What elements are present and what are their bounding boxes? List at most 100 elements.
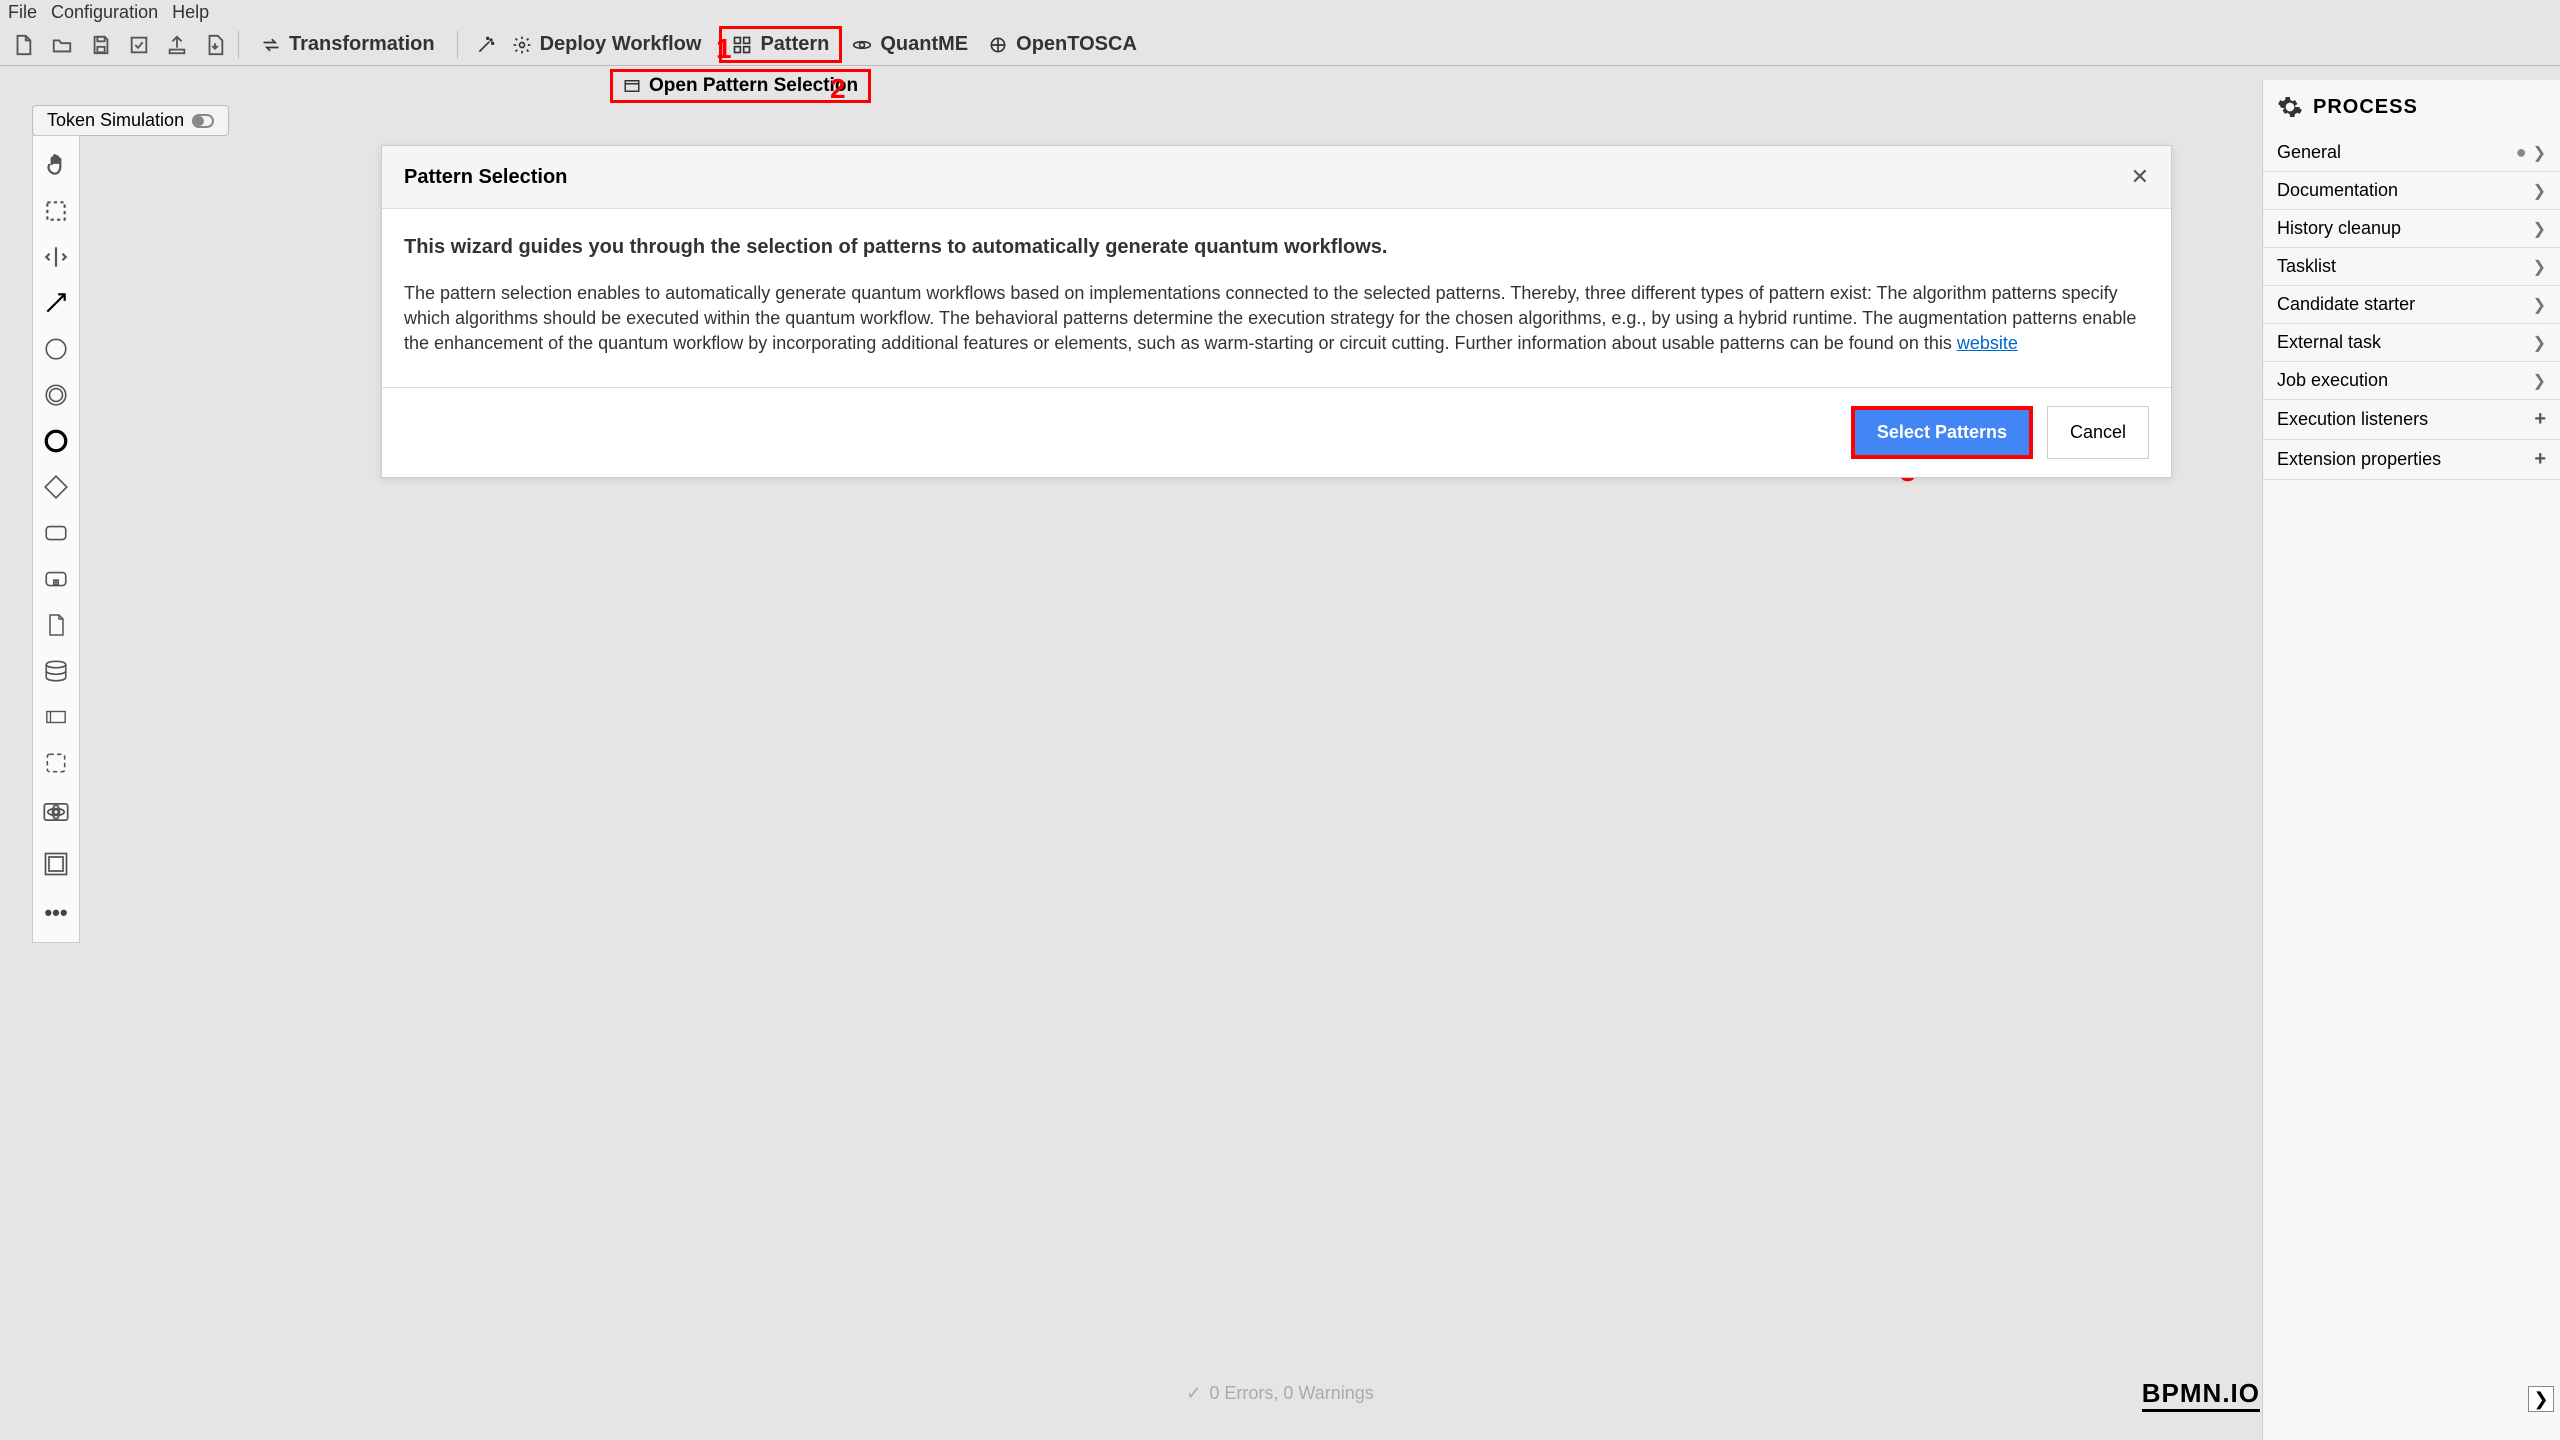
expand-icon[interactable]: ❯ — [2528, 1386, 2554, 1412]
opentosca-label: OpenTOSCA — [1016, 33, 1137, 56]
website-link[interactable]: website — [1957, 333, 2018, 353]
download-icon[interactable] — [204, 34, 226, 56]
close-icon[interactable]: ✕ — [2131, 164, 2149, 190]
task-tool[interactable] — [36, 513, 76, 553]
row-label: History cleanup — [2277, 218, 2401, 239]
chevron-right-icon: ❯ — [2533, 257, 2546, 277]
open-file-icon[interactable] — [50, 34, 74, 56]
deploy-workflow-button[interactable]: Deploy Workflow — [502, 29, 712, 60]
open-pattern-label: Open Pattern Selection — [649, 75, 858, 97]
menu-configuration[interactable]: Configuration — [51, 2, 158, 23]
modal-header: Pattern Selection ✕ — [382, 146, 2171, 209]
participant-tool[interactable] — [36, 697, 76, 737]
panel-row-history[interactable]: History cleanup ❯ — [2263, 210, 2560, 248]
more-tools[interactable]: ••• — [36, 893, 76, 933]
chevron-right-icon: ❯ — [2533, 333, 2546, 353]
palette: ••• — [32, 135, 80, 943]
quantme-button[interactable]: QuantME — [842, 29, 978, 60]
edit-icon[interactable] — [128, 34, 150, 56]
hand-tool[interactable] — [36, 145, 76, 185]
quantme-icon — [852, 35, 872, 55]
modal-body: This wizard guides you through the selec… — [382, 209, 2171, 388]
toggle-icon — [192, 114, 214, 128]
modal-title: Pattern Selection — [404, 166, 567, 189]
group-tool[interactable] — [36, 743, 76, 783]
data-object-tool[interactable] — [36, 605, 76, 645]
pattern-label: Pattern — [760, 33, 829, 56]
pattern-button[interactable]: Pattern — [719, 26, 842, 63]
menu-file[interactable]: File — [8, 2, 37, 23]
check-icon: ✓ — [1186, 1383, 1201, 1404]
deploy-label: Deploy Workflow — [540, 33, 702, 56]
properties-panel: PROCESS General ● ❯ Documentation ❯ Hist… — [2262, 80, 2560, 1440]
annotation-2: 2 — [830, 73, 846, 105]
panel-row-candidate[interactable]: Candidate starter ❯ — [2263, 286, 2560, 324]
bpmn-logo[interactable]: BPMN.IO — [2142, 1378, 2260, 1412]
quantum-task-tool[interactable] — [36, 789, 76, 835]
row-label: Extension properties — [2277, 449, 2441, 470]
panel-row-execution-listeners[interactable]: Execution listeners + — [2263, 400, 2560, 440]
status-bar[interactable]: ✓ 0 Errors, 0 Warnings — [1186, 1383, 1373, 1404]
chevron-right-icon: ❯ — [2533, 295, 2546, 315]
panel-row-job[interactable]: Job execution ❯ — [2263, 362, 2560, 400]
separator — [238, 31, 239, 59]
chevron-right-icon: ❯ — [2533, 143, 2546, 163]
menubar: File Configuration Help — [0, 0, 2560, 24]
data-store-tool[interactable] — [36, 651, 76, 691]
transformation-button[interactable]: Transformation — [251, 29, 445, 60]
panel-row-tasklist[interactable]: Tasklist ❯ — [2263, 248, 2560, 286]
file-actions — [8, 34, 226, 56]
modal-footer: Select Patterns Cancel — [382, 388, 2171, 477]
open-pattern-icon — [623, 77, 641, 95]
lasso-tool[interactable] — [36, 191, 76, 231]
row-label: Candidate starter — [2277, 294, 2415, 315]
row-label: Tasklist — [2277, 256, 2336, 277]
menu-help[interactable]: Help — [172, 2, 209, 23]
plus-icon: + — [2534, 408, 2546, 431]
quantme-label: QuantME — [880, 33, 968, 56]
token-simulation-chip[interactable]: Token Simulation — [32, 105, 229, 136]
token-simulation-label: Token Simulation — [47, 110, 184, 131]
row-label: External task — [2277, 332, 2381, 353]
gateway-tool[interactable] — [36, 467, 76, 507]
panel-row-external[interactable]: External task ❯ — [2263, 324, 2560, 362]
pattern-tool[interactable] — [36, 841, 76, 887]
connect-tool[interactable] — [36, 283, 76, 323]
plus-icon: + — [2534, 448, 2546, 471]
chevron-right-icon: ❯ — [2533, 181, 2546, 201]
modal-desc-text: The pattern selection enables to automat… — [404, 283, 2136, 353]
space-tool[interactable] — [36, 237, 76, 277]
transformation-label: Transformation — [289, 33, 435, 56]
wand-icon — [476, 35, 496, 55]
new-file-icon[interactable] — [12, 34, 34, 56]
upload-icon[interactable] — [166, 34, 188, 56]
transformation-icon — [261, 35, 281, 55]
cancel-button[interactable]: Cancel — [2047, 406, 2149, 459]
pattern-selection-modal: Pattern Selection ✕ This wizard guides y… — [381, 145, 2172, 478]
row-label: Job execution — [2277, 370, 2388, 391]
dot-icon: ● — [2516, 142, 2527, 163]
row-label: Execution listeners — [2277, 409, 2428, 430]
separator — [457, 31, 458, 59]
row-label: General — [2277, 142, 2341, 163]
opentosca-button[interactable]: OpenTOSCA — [978, 29, 1147, 60]
start-event-tool[interactable] — [36, 329, 76, 369]
opentosca-icon — [988, 35, 1008, 55]
panel-row-general[interactable]: General ● ❯ — [2263, 134, 2560, 172]
panel-row-documentation[interactable]: Documentation ❯ — [2263, 172, 2560, 210]
intermediate-event-tool[interactable] — [36, 375, 76, 415]
modal-description: The pattern selection enables to automat… — [404, 281, 2149, 357]
subprocess-tool[interactable] — [36, 559, 76, 599]
select-patterns-button[interactable]: Select Patterns — [1851, 406, 2033, 459]
annotation-1: 1 — [716, 33, 732, 65]
row-label: Documentation — [2277, 180, 2398, 201]
save-icon[interactable] — [90, 34, 112, 56]
wand-button[interactable] — [470, 31, 502, 59]
pattern-icon — [732, 35, 752, 55]
panel-title-label: PROCESS — [2313, 96, 2418, 119]
end-event-tool[interactable] — [36, 421, 76, 461]
panel-row-extension-props[interactable]: Extension properties + — [2263, 440, 2560, 480]
modal-intro: This wizard guides you through the selec… — [404, 233, 2149, 261]
gear-icon — [512, 35, 532, 55]
gear-icon — [2277, 94, 2303, 120]
